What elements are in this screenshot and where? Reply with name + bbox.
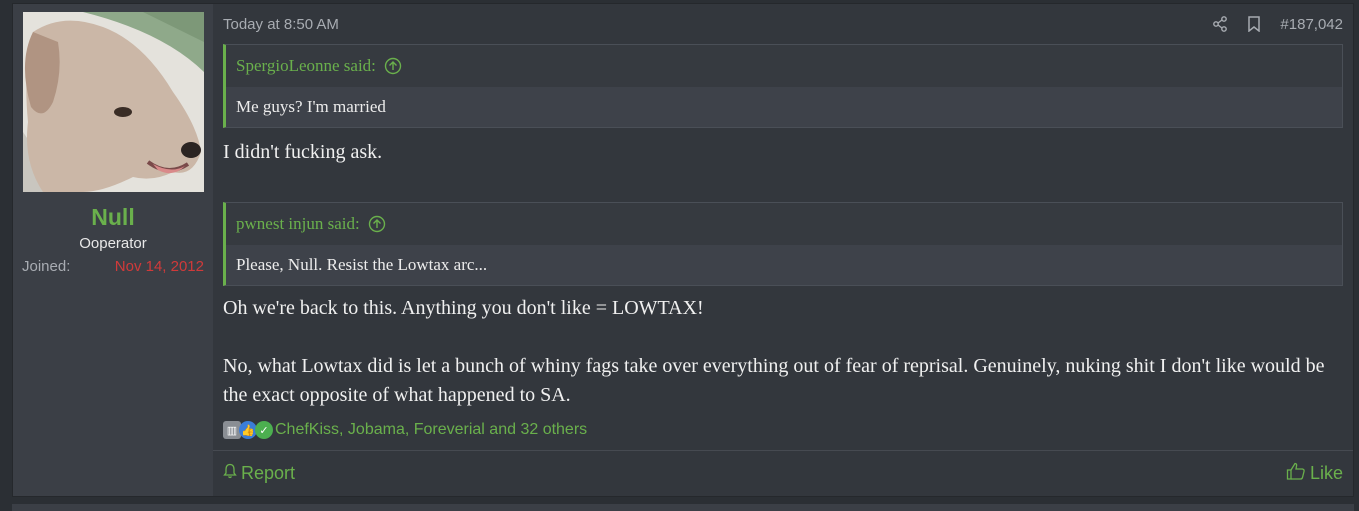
reactions-bar[interactable]: ▥ 👍 ✓ ChefKiss, Jobama, Foreverial and 3… xyxy=(223,418,1343,442)
post-number[interactable]: #187,042 xyxy=(1280,16,1343,33)
reaction-icons: ▥ 👍 ✓ xyxy=(223,421,273,439)
quote-author[interactable]: SpergioLeonne said: xyxy=(236,56,376,76)
quote-text: Please, Null. Resist the Lowtax arc... xyxy=(226,245,1342,285)
joined-date: Nov 14, 2012 xyxy=(114,258,204,275)
username[interactable]: Null xyxy=(91,204,134,231)
next-post-edge xyxy=(12,504,1354,511)
joined-label: Joined: xyxy=(22,258,71,275)
quote-header[interactable]: SpergioLeonne said: xyxy=(226,45,1342,87)
post-actions: #187,042 xyxy=(1212,16,1343,33)
post-footer: Report Like xyxy=(213,450,1353,496)
quote-block: pwnest injun said: Please, Null. Resist … xyxy=(223,202,1343,286)
bookmark-icon[interactable] xyxy=(1246,16,1262,32)
post-meta: Today at 8:50 AM #187,042 xyxy=(223,14,1343,34)
quote-text: Me guys? I'm married xyxy=(226,87,1342,127)
reactions-list[interactable]: ChefKiss, Jobama, Foreverial and 32 othe… xyxy=(275,421,587,439)
user-title: Ooperator xyxy=(79,235,147,252)
arrow-up-circle-icon[interactable] xyxy=(368,215,386,233)
avatar[interactable] xyxy=(22,12,204,192)
reply-text-2: Oh we're back to this. Anything you don'… xyxy=(223,297,704,319)
post-time[interactable]: Today at 8:50 AM xyxy=(223,16,339,33)
quote-header[interactable]: pwnest injun said: xyxy=(226,203,1342,245)
quote-block: SpergioLeonne said: Me guys? I'm married xyxy=(223,44,1343,128)
post-container: Null Ooperator Joined: Nov 14, 2012 Toda… xyxy=(12,3,1354,497)
share-icon[interactable] xyxy=(1212,16,1228,32)
reply-text-1: I didn't fucking ask. xyxy=(223,141,383,163)
user-sidebar: Null Ooperator Joined: Nov 14, 2012 xyxy=(13,4,213,496)
post-main: Today at 8:50 AM #187,042 SpergioLeonne … xyxy=(213,4,1353,496)
report-button[interactable]: Report xyxy=(223,463,295,484)
thumbs-up-icon xyxy=(1286,462,1306,485)
quote-author[interactable]: pwnest injun said: xyxy=(236,214,360,234)
like-label: Like xyxy=(1309,463,1343,483)
report-label: Report xyxy=(241,463,296,483)
check-icon: ✓ xyxy=(255,421,273,439)
reply-text-3: No, what Lowtax did is let a bunch of wh… xyxy=(223,355,1325,406)
arrow-up-circle-icon[interactable] xyxy=(384,57,402,75)
joined-row: Joined: Nov 14, 2012 xyxy=(22,258,204,275)
like-button[interactable]: Like xyxy=(1286,462,1343,485)
bell-icon xyxy=(223,463,237,484)
